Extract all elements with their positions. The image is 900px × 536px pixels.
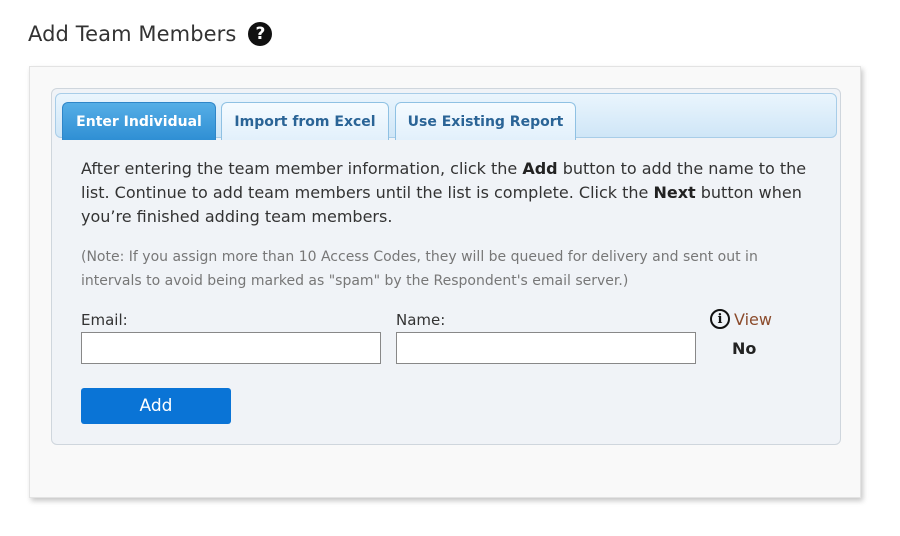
view-label: View: [734, 309, 772, 329]
tab-bar: Enter Individual Import from Excel Use E…: [55, 93, 837, 140]
page-header: Add Team Members ?: [28, 22, 273, 46]
email-input[interactable]: [81, 332, 381, 364]
instructions-add-word: Add: [522, 159, 558, 178]
tab-panel: Enter Individual Import from Excel Use E…: [51, 88, 841, 445]
tab-import-from-excel[interactable]: Import from Excel: [221, 102, 389, 140]
name-input[interactable]: [396, 332, 696, 364]
instructions-text: After entering the team member informati…: [81, 157, 821, 229]
add-team-members-card: Enter Individual Import from Excel Use E…: [29, 66, 861, 498]
info-icon: i: [710, 309, 730, 329]
help-icon[interactable]: ?: [248, 22, 273, 46]
instructions-part1: After entering the team member informati…: [81, 159, 523, 178]
view-link[interactable]: i View: [710, 309, 772, 329]
email-label: Email:: [81, 311, 128, 329]
name-label: Name:: [396, 311, 446, 329]
instructions-next-word: Next: [653, 183, 696, 202]
page-title: Add Team Members: [28, 22, 237, 46]
view-value: No: [732, 339, 757, 358]
tab-enter-individual[interactable]: Enter Individual: [62, 102, 216, 140]
add-button[interactable]: Add: [81, 388, 231, 424]
tab-use-existing-report[interactable]: Use Existing Report: [395, 102, 576, 140]
spam-note: (Note: If you assign more than 10 Access…: [81, 249, 758, 289]
